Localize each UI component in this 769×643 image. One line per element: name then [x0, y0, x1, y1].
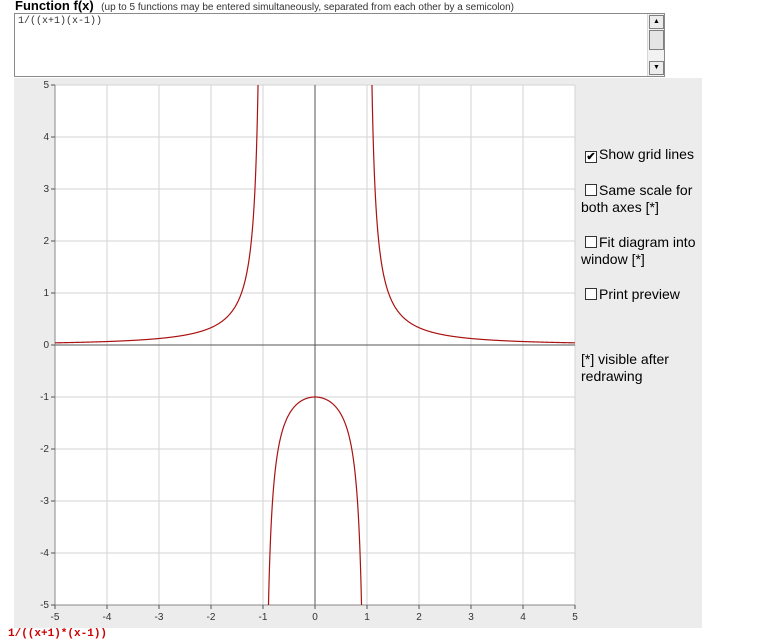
x-tick-label: 0 [312, 612, 318, 623]
function-title: Function f(x) [15, 0, 94, 13]
x-tick-label: 2 [416, 612, 422, 623]
scrollbar-thumb[interactable] [649, 30, 664, 50]
print-preview-checkbox[interactable] [585, 288, 597, 300]
same-scale-checkbox[interactable] [585, 184, 597, 196]
arrow-down-icon[interactable]: ▼ [649, 61, 664, 75]
function-input-box: ▲ ▼ [14, 13, 665, 77]
fit-diagram-checkbox[interactable] [585, 236, 597, 248]
x-tick-label: -2 [207, 612, 216, 623]
y-tick-label: -1 [40, 392, 49, 403]
y-tick-label: -5 [40, 600, 49, 611]
y-tick-label: -2 [40, 444, 49, 455]
y-tick-label: 5 [43, 80, 49, 91]
fit-diagram-label: Fit diagram into window [*] [581, 234, 696, 267]
show-grid-label: Show grid lines [599, 146, 694, 162]
redraw-note: [*] visible after redrawing [581, 351, 669, 384]
option-fit-diagram[interactable]: Fit diagram into window [*] [581, 234, 706, 268]
y-tick-label: 2 [43, 236, 49, 247]
input-scrollbar[interactable]: ▲ ▼ [647, 14, 664, 76]
function-plot: -5 -4 -3 -2 -1 0 1 2 3 4 5 -5 -4 -3 -2 -1 0 1 2 3 4 5 [40, 80, 578, 623]
x-tick-label: 5 [572, 612, 578, 623]
show-grid-checkbox[interactable]: ✔ [585, 151, 597, 163]
y-tick-label: 1 [43, 288, 49, 299]
arrow-up-icon[interactable]: ▲ [649, 15, 664, 29]
function-input[interactable] [15, 14, 648, 76]
x-tick-label: 3 [468, 612, 474, 623]
x-tick-label: 1 [364, 612, 370, 623]
x-tick-label: -3 [155, 612, 164, 623]
x-tick-label: -1 [259, 612, 268, 623]
option-show-grid[interactable]: ✔ Show grid lines [581, 146, 706, 163]
same-scale-label: Same scale for both axes [*] [581, 182, 693, 215]
x-tick-label: -5 [51, 612, 60, 623]
y-tick-label: 3 [43, 184, 49, 195]
y-tick-label: -3 [40, 496, 49, 507]
x-tick-label: 4 [520, 612, 526, 623]
y-tick-label: 4 [43, 132, 49, 143]
y-tick-label: -4 [40, 548, 49, 559]
option-same-scale[interactable]: Same scale for both axes [*] [581, 182, 706, 216]
function-legend: 1/((x+1)*(x-1)) [8, 628, 108, 640]
x-tick-label: -4 [103, 612, 112, 623]
y-tick-label: 0 [43, 340, 49, 351]
option-print-preview[interactable]: Print preview [581, 286, 706, 303]
print-preview-label: Print preview [599, 286, 680, 302]
function-hint: (up to 5 functions may be entered simult… [101, 2, 514, 13]
